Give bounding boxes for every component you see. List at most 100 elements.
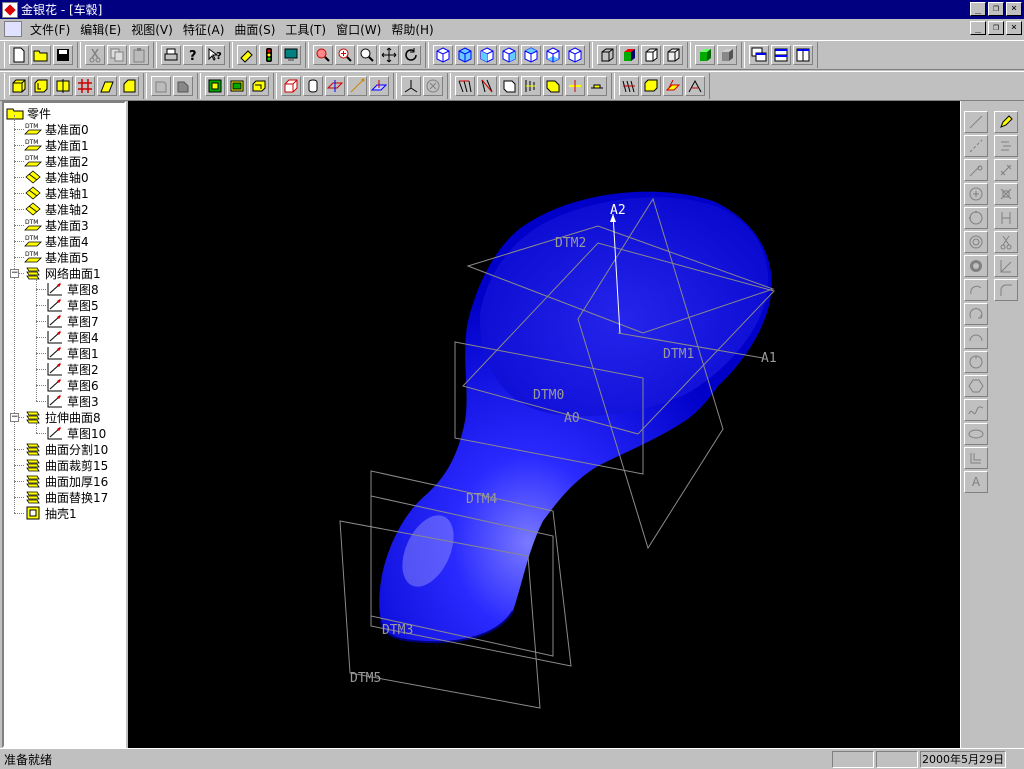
restore-button[interactable]: ❐ bbox=[988, 2, 1004, 16]
arc-tangent-icon[interactable] bbox=[964, 303, 988, 325]
modify-tool-icon[interactable] bbox=[994, 135, 1018, 157]
pencil-tool-icon[interactable] bbox=[994, 111, 1018, 133]
print-icon[interactable] bbox=[161, 45, 181, 65]
traffic-light-icon[interactable] bbox=[259, 45, 279, 65]
tree-subitem[interactable]: 草图5 bbox=[46, 297, 99, 313]
surface-split-icon[interactable] bbox=[565, 76, 585, 96]
rotate-icon[interactable] bbox=[401, 45, 421, 65]
doc-minimize-button[interactable]: _ bbox=[970, 21, 986, 35]
tree-item[interactable]: 曲面加厚16 bbox=[24, 473, 108, 489]
extrude-icon[interactable] bbox=[31, 76, 51, 96]
tree-subitem[interactable]: 草图1 bbox=[46, 345, 99, 361]
new-file-icon[interactable] bbox=[9, 45, 29, 65]
tree-item[interactable]: DTM 基准面0 bbox=[24, 121, 89, 137]
model-viewport[interactable]: A2 DTM2 DTM1 A1 DTM0 A0 DTM4 DTM3 DTM5 bbox=[128, 101, 960, 748]
feature-tree[interactable]: 零件 DTM 基准面0 DTM 基准面1 DTM 基准面2 基准轴0 基准轴1 基准轴2 DTM 基… bbox=[2, 101, 126, 748]
menu-tools[interactable]: 工具(T) bbox=[283, 21, 334, 38]
cascade-windows-icon[interactable] bbox=[749, 45, 769, 65]
copy-icon[interactable] bbox=[107, 45, 127, 65]
tree-item[interactable]: 曲面替换17 bbox=[24, 489, 108, 505]
shaded-icon[interactable] bbox=[619, 45, 639, 65]
resize-grip-icon[interactable] bbox=[1008, 751, 1022, 768]
menu-file[interactable]: 文件(F) bbox=[28, 21, 78, 38]
fillet-sketch-icon[interactable] bbox=[994, 279, 1018, 301]
view-left-icon[interactable] bbox=[477, 45, 497, 65]
offset-face-icon[interactable] bbox=[227, 76, 247, 96]
app-icon[interactable] bbox=[2, 1, 18, 18]
tree-subitem[interactable]: 草图6 bbox=[46, 377, 99, 393]
revolve-icon[interactable] bbox=[53, 76, 73, 96]
cut-icon[interactable] bbox=[85, 45, 105, 65]
datum-axis-tool-icon[interactable] bbox=[347, 76, 367, 96]
zoom-dynamic-icon[interactable] bbox=[357, 45, 377, 65]
help-icon[interactable]: ? bbox=[183, 45, 203, 65]
tile-vertical-icon[interactable] bbox=[793, 45, 813, 65]
surface-fill-icon[interactable] bbox=[685, 76, 705, 96]
grid-pattern-icon[interactable] bbox=[75, 76, 95, 96]
tree-item[interactable]: 基准轴1 bbox=[24, 185, 89, 201]
face-color-icon[interactable] bbox=[205, 76, 225, 96]
line-tool-icon[interactable] bbox=[964, 111, 988, 133]
tree-expander[interactable]: − bbox=[10, 413, 19, 422]
tree-root[interactable]: 零件 bbox=[6, 105, 51, 121]
menu-view[interactable]: 视图(V) bbox=[129, 21, 181, 38]
minimize-button[interactable]: _ bbox=[970, 2, 986, 16]
no-hidden-icon[interactable] bbox=[663, 45, 683, 65]
delete-coord-icon[interactable] bbox=[423, 76, 443, 96]
dimension-tool-icon[interactable] bbox=[994, 159, 1018, 181]
polygon-tool-icon[interactable] bbox=[964, 375, 988, 397]
tree-item[interactable]: 曲面分割10 bbox=[24, 441, 108, 457]
context-help-icon[interactable]: ? bbox=[205, 45, 225, 65]
ref-cylinder-icon[interactable] bbox=[303, 76, 323, 96]
view-back-icon[interactable] bbox=[455, 45, 475, 65]
view-iso-icon[interactable] bbox=[565, 45, 585, 65]
render-solid-icon[interactable] bbox=[695, 45, 715, 65]
circle-3pt-icon[interactable] bbox=[964, 207, 988, 229]
model-canvas[interactable]: A2 DTM2 DTM1 A1 DTM0 A0 DTM4 DTM3 DTM5 bbox=[128, 101, 960, 748]
circle-center-icon[interactable] bbox=[964, 183, 988, 205]
view-bottom-icon[interactable] bbox=[543, 45, 563, 65]
rectangle-tool-icon[interactable] bbox=[964, 447, 988, 469]
spline-tool-icon[interactable] bbox=[964, 399, 988, 421]
ref-cube-icon[interactable] bbox=[281, 76, 301, 96]
eraser-icon[interactable] bbox=[237, 45, 257, 65]
scissors-tool-icon[interactable] bbox=[994, 231, 1018, 253]
coord-system-icon[interactable] bbox=[401, 76, 421, 96]
tangent-line-icon[interactable] bbox=[964, 159, 988, 181]
tree-subitem[interactable]: 草图2 bbox=[46, 361, 99, 377]
surface-thicken-icon[interactable] bbox=[641, 76, 661, 96]
paste-icon[interactable] bbox=[129, 45, 149, 65]
ellipse-tool-icon[interactable] bbox=[964, 423, 988, 445]
tree-item[interactable]: DTM 基准面2 bbox=[24, 153, 89, 169]
zoom-window-icon[interactable] bbox=[313, 45, 333, 65]
circle-offset-icon[interactable] bbox=[964, 351, 988, 373]
sweep-icon[interactable] bbox=[97, 76, 117, 96]
chamfer-icon[interactable] bbox=[173, 76, 193, 96]
surface-trim-icon[interactable] bbox=[587, 76, 607, 96]
tree-item[interactable]: DTM 基准面5 bbox=[24, 249, 89, 265]
tree-item[interactable]: DTM 基准面1 bbox=[24, 137, 89, 153]
tree-subitem[interactable]: 草图8 bbox=[46, 281, 99, 297]
close-button[interactable]: × bbox=[1006, 2, 1022, 16]
save-icon[interactable] bbox=[53, 45, 73, 65]
tree-subitem[interactable]: 草图3 bbox=[46, 393, 99, 409]
menu-help[interactable]: 帮助(H) bbox=[389, 21, 441, 38]
trim-tool-icon[interactable] bbox=[994, 207, 1018, 229]
monitor-icon[interactable] bbox=[281, 45, 301, 65]
render-gray-icon[interactable] bbox=[717, 45, 737, 65]
tree-item[interactable]: DTM 基准面4 bbox=[24, 233, 89, 249]
shell-tool-icon[interactable] bbox=[249, 76, 269, 96]
arc-center-icon[interactable] bbox=[964, 327, 988, 349]
tree-item[interactable]: 抽壳1 bbox=[24, 505, 77, 521]
surface-knit-icon[interactable] bbox=[619, 76, 639, 96]
datum-point-tool-icon[interactable] bbox=[369, 76, 389, 96]
box-primitive-icon[interactable] bbox=[9, 76, 29, 96]
tree-item[interactable]: 基准轴0 bbox=[24, 169, 89, 185]
menu-edit[interactable]: 编辑(E) bbox=[78, 21, 129, 38]
tree-subitem[interactable]: 草图10 bbox=[46, 425, 106, 441]
menu-window[interactable]: 窗口(W) bbox=[334, 21, 389, 38]
tree-expander[interactable]: − bbox=[10, 269, 19, 278]
open-folder-icon[interactable] bbox=[31, 45, 51, 65]
datum-plane-tool-icon[interactable] bbox=[325, 76, 345, 96]
view-front-icon[interactable] bbox=[433, 45, 453, 65]
